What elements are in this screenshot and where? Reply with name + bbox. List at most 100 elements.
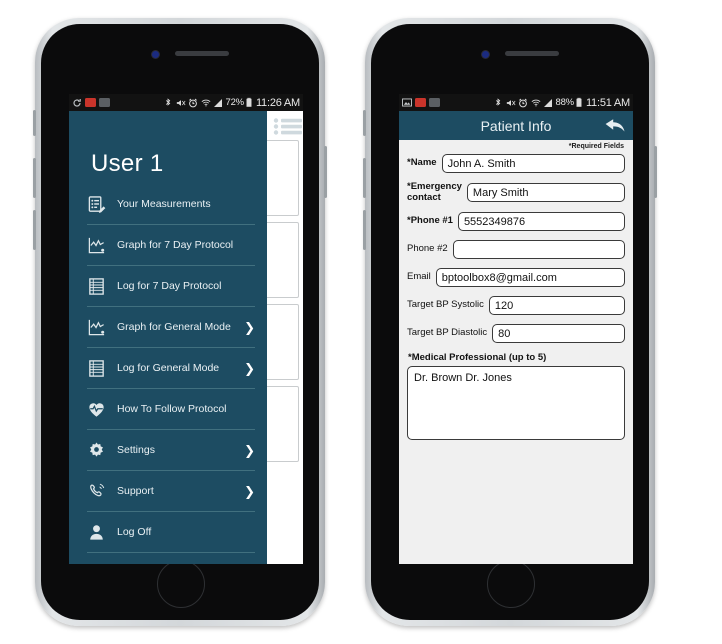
patient-info-form: *Required Fields *Name John A. Smith *Em…	[399, 140, 633, 564]
phone-face-left: 72% 11:26 AM Dia 80 se: 85	[41, 24, 319, 620]
volume-mute-icon	[176, 99, 185, 106]
volume-up-button[interactable]	[363, 158, 366, 198]
user-icon	[90, 524, 103, 540]
chevron-right-icon: ❯	[244, 442, 255, 458]
field-row-emergency-contact: *Emergency contact Mary Smith	[407, 181, 625, 203]
field-row-phone-2: Phone #2	[407, 240, 625, 259]
field-label: Phone #2	[407, 243, 448, 255]
menu-item-log-7-day[interactable]: Log for 7 Day Protocol	[87, 265, 255, 306]
wifi-icon	[531, 99, 540, 106]
emergency-contact-input[interactable]: Mary Smith	[466, 183, 625, 202]
name-input[interactable]: John A. Smith	[441, 154, 625, 173]
drawer-menu: Your Measurements Graph for 7 Day Protoc…	[69, 184, 267, 553]
menu-item-label: Your Measurements	[117, 197, 211, 210]
menu-item-label: Log for General Mode	[117, 361, 220, 374]
status-bar-right-icons: 88% 11:51 AM	[493, 97, 630, 109]
menu-item-label: Support	[117, 484, 154, 497]
chevron-right-icon: ❯	[244, 360, 255, 376]
menu-item-graph-general[interactable]: Graph for General Mode ❯	[87, 306, 255, 347]
status-bar-right-icons: 72% 11:26 AM	[163, 97, 300, 109]
medical-professional-label: *Medical Professional (up to 5)	[408, 352, 547, 363]
clock-label: 11:26 AM	[255, 96, 300, 109]
status-bar-right: 88% 11:51 AM	[399, 94, 633, 111]
phone-device-left: 72% 11:26 AM Dia 80 se: 85	[33, 18, 327, 626]
status-bar-left-icons	[402, 98, 440, 107]
field-label: Email	[407, 271, 431, 283]
line-chart-icon	[88, 319, 105, 335]
field-label: *Emergency contact	[407, 181, 462, 203]
menu-item-label: Graph for General Mode	[117, 320, 231, 333]
menu-item-settings[interactable]: Settings ❯	[87, 429, 255, 470]
status-bar-left-icons	[72, 98, 110, 108]
list-menu-icon[interactable]	[273, 118, 303, 135]
alarm-icon	[519, 98, 527, 107]
field-row-name: *Name John A. Smith	[407, 154, 625, 173]
medical-professional-textarea[interactable]: Dr. Brown Dr. Jones	[407, 366, 625, 440]
menu-item-label: Settings	[117, 443, 155, 456]
page-title: Patient Info	[480, 117, 552, 134]
document-edit-icon	[88, 195, 106, 213]
field-label: *Phone #1	[407, 215, 453, 227]
home-button[interactable]	[157, 560, 205, 608]
battery-icon	[246, 97, 252, 107]
menu-item-label: How To Follow Protocol	[117, 402, 227, 415]
screen-right: 88% 11:51 AM Patient Info *Required Fiel…	[399, 94, 633, 564]
volume-down-button[interactable]	[363, 210, 366, 250]
battery-percent-label: 88%	[555, 97, 575, 108]
message-badge-icon	[415, 98, 426, 107]
patient-info-header: Patient Info	[399, 111, 633, 140]
image-icon	[402, 98, 412, 107]
field-label: *Name	[407, 157, 437, 169]
email-input[interactable]: bptoolbox8@gmail.com	[435, 268, 625, 287]
volume-down-button[interactable]	[33, 210, 36, 250]
earpiece-speaker	[505, 51, 559, 56]
field-label: Target BP Diastolic	[407, 327, 488, 339]
menu-item-how-to-follow-protocol[interactable]: How To Follow Protocol	[87, 388, 255, 429]
chevron-right-icon: ❯	[244, 319, 255, 335]
sync-icon	[73, 98, 81, 107]
phone-device-right: 88% 11:51 AM Patient Info *Required Fiel…	[363, 18, 657, 626]
bluetooth-icon	[166, 97, 171, 106]
menu-item-log-general[interactable]: Log for General Mode ❯	[87, 347, 255, 388]
signal-icon	[544, 98, 553, 107]
mute-switch[interactable]	[33, 110, 36, 136]
menu-item-support[interactable]: Support ❯	[87, 470, 255, 511]
volume-mute-icon	[506, 99, 515, 106]
field-row-target-diastolic: Target BP Diastolic 80	[407, 324, 625, 343]
menu-item-log-off[interactable]: Log Off	[87, 511, 255, 553]
front-camera-icon	[151, 50, 160, 59]
heart-pulse-icon	[89, 402, 104, 417]
menu-item-label: Log Off	[117, 525, 152, 538]
phone-face-right: 88% 11:51 AM Patient Info *Required Fiel…	[371, 24, 649, 620]
target-bp-systolic-input[interactable]: 120	[488, 296, 625, 315]
table-log-icon	[89, 277, 104, 295]
drawer-user-title: User 1	[91, 150, 164, 177]
battery-icon	[576, 97, 582, 107]
bluetooth-icon	[496, 97, 501, 106]
menu-item-graph-7-day[interactable]: Graph for 7 Day Protocol	[87, 224, 255, 265]
status-bar-left: 72% 11:26 AM	[69, 94, 303, 111]
drawer-topbar	[69, 111, 302, 140]
message-badge-icon	[85, 98, 96, 107]
menu-item-your-measurements[interactable]: Your Measurements	[87, 184, 255, 224]
power-button[interactable]	[654, 146, 657, 198]
front-camera-icon	[481, 50, 490, 59]
battery-percent-label: 72%	[225, 97, 245, 108]
table-log-icon	[89, 359, 104, 377]
screen-left: 72% 11:26 AM Dia 80 se: 85	[69, 94, 303, 564]
earpiece-speaker	[175, 51, 229, 56]
volume-up-button[interactable]	[33, 158, 36, 198]
phone1-input[interactable]: 5552349876	[457, 212, 625, 231]
sms-icon	[429, 98, 440, 107]
target-bp-diastolic-input[interactable]: 80	[492, 324, 625, 343]
field-row-email: Email bptoolbox8@gmail.com	[407, 268, 625, 287]
phone2-input[interactable]	[452, 240, 625, 259]
sms-icon	[99, 98, 110, 107]
chevron-right-icon: ❯	[244, 483, 255, 499]
home-button[interactable]	[487, 560, 535, 608]
power-button[interactable]	[324, 146, 327, 198]
mute-switch[interactable]	[363, 110, 366, 136]
menu-item-label: Log for 7 Day Protocol	[117, 279, 222, 292]
menu-item-label: Graph for 7 Day Protocol	[117, 238, 234, 251]
back-arrow-icon[interactable]	[604, 116, 626, 135]
